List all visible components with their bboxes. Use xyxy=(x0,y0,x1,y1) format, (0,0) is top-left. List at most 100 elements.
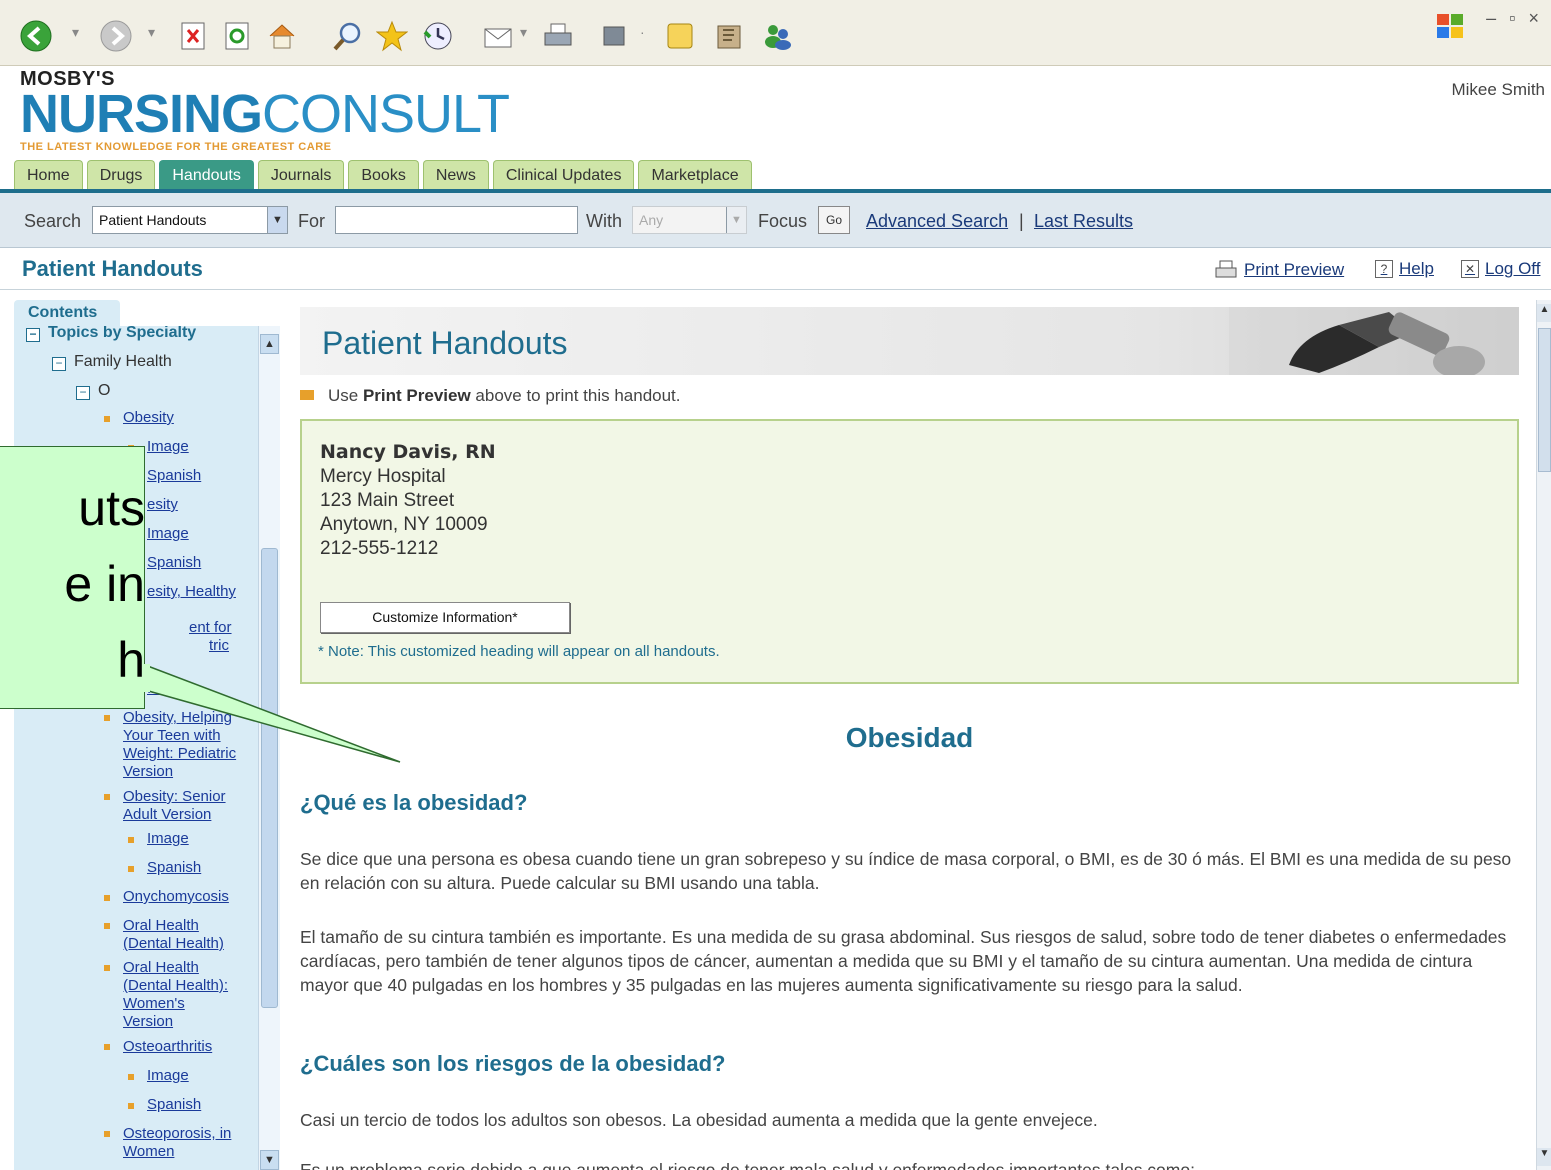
scroll-down-icon[interactable]: ▼ xyxy=(260,1150,279,1170)
family-health-label: Family Health xyxy=(74,353,172,370)
tree-link-image[interactable]: Image xyxy=(147,525,189,543)
mail-icon[interactable] xyxy=(480,18,516,54)
handouts-banner: Patient Handouts xyxy=(300,307,1519,375)
chevron-down-icon[interactable]: ▼ xyxy=(267,207,287,233)
scroll-down-icon[interactable]: ▼ xyxy=(1537,1148,1551,1166)
tree-link-obesity-healthy-partial[interactable]: esity, Healthy xyxy=(147,583,236,601)
tree-link-obesity-teen[interactable]: Obesity, Helping xyxy=(123,709,232,727)
tree-link-image[interactable]: Image xyxy=(147,830,189,848)
tab-marketplace[interactable]: Marketplace xyxy=(638,160,752,190)
tree-link-treatment-partial[interactable]: ent for xyxy=(189,619,232,637)
tree-node-letter-o[interactable]: − O xyxy=(76,382,110,400)
tree-node-topics[interactable]: − Topics by Specialty xyxy=(26,326,196,342)
section-heading: ¿Cuáles son los riesgos de la obesidad? xyxy=(300,1051,726,1076)
tree-node-family-health[interactable]: − Family Health xyxy=(52,353,172,371)
print-preview-link[interactable]: Print Preview xyxy=(1214,259,1344,281)
research-icon[interactable] xyxy=(712,18,748,54)
tab-handouts[interactable]: Handouts xyxy=(159,160,254,190)
tree-link-osteoporosis-line2[interactable]: Women xyxy=(123,1143,174,1161)
tree-link-spanish[interactable]: Spanish xyxy=(147,467,201,485)
go-button[interactable]: Go xyxy=(818,206,850,234)
last-results-link[interactable]: Last Results xyxy=(1034,211,1133,232)
forward-icon[interactable] xyxy=(98,18,134,54)
window-controls[interactable]: – ▫ × xyxy=(1486,8,1543,29)
sidebar-scrollbar[interactable]: ▲ ▼ xyxy=(258,326,280,1170)
browser-toolbar: ▾ ▾ ▾ · – ▫ × xyxy=(0,0,1551,66)
log-off-link[interactable]: ✕ Log Off xyxy=(1461,259,1540,279)
tree-link-spanish[interactable]: Spanish xyxy=(147,1096,201,1114)
search-scope-select[interactable]: Patient Handouts ▼ xyxy=(92,206,288,234)
tree-link-obesity-senior[interactable]: Obesity: Senior xyxy=(123,788,226,806)
tree-link-spanish[interactable]: Spanish xyxy=(147,554,201,572)
collapse-icon[interactable]: − xyxy=(76,386,90,400)
stop-icon[interactable] xyxy=(176,18,212,54)
document-title: Obesidad xyxy=(845,722,974,753)
collapse-icon[interactable]: − xyxy=(26,328,40,342)
with-select[interactable]: Any ▼ xyxy=(632,206,747,234)
provider-street: 123 Main Street xyxy=(320,490,455,511)
tree-link-image[interactable]: Image xyxy=(147,438,189,456)
advanced-search-link[interactable]: Advanced Search xyxy=(866,211,1008,232)
provider-info-box: Nancy Davis, RN Mercy Hospital 123 Main … xyxy=(300,419,1519,684)
tab-clinical-updates[interactable]: Clinical Updates xyxy=(492,160,635,190)
chevron-down-icon[interactable]: ▼ xyxy=(726,207,746,233)
messenger-icon[interactable] xyxy=(760,18,796,54)
print-note-before: Use xyxy=(328,386,363,405)
heading-divider xyxy=(0,289,1551,290)
print-note-bold: Print Preview xyxy=(362,386,471,405)
tree-link-obesity-partial[interactable]: esity xyxy=(147,496,178,514)
tab-drugs[interactable]: Drugs xyxy=(86,160,156,190)
tree-link-obesity-teen-line3[interactable]: Weight: Pediatric xyxy=(123,745,236,763)
tree-link-image[interactable]: Image xyxy=(147,680,189,698)
edit-icon[interactable] xyxy=(596,18,632,54)
forward-dropdown-icon[interactable]: ▾ xyxy=(148,24,155,41)
tree-link-oral-health-line2[interactable]: (Dental Health) xyxy=(123,935,224,953)
main-scrollbar[interactable]: ▲ ▼ xyxy=(1536,300,1551,1170)
contents-tab[interactable]: Contents xyxy=(14,300,120,326)
home-icon[interactable] xyxy=(264,18,300,54)
with-label: With xyxy=(586,211,622,231)
tree-link-pediatric-partial[interactable]: tric xyxy=(209,637,229,655)
search-icon[interactable] xyxy=(330,18,366,54)
tree-link-oral-health[interactable]: Oral Health xyxy=(123,917,199,935)
bullet-icon xyxy=(104,895,110,901)
paragraph: Se dice que una persona es obesa cuando … xyxy=(300,849,1512,893)
search-input[interactable] xyxy=(335,206,578,234)
tree-link-oral-health-women-line4[interactable]: Version xyxy=(123,1013,173,1031)
back-dropdown-icon[interactable]: ▾ xyxy=(72,24,79,41)
tab-home[interactable]: Home xyxy=(14,160,83,190)
refresh-icon[interactable] xyxy=(220,18,256,54)
callout-line-2: e in xyxy=(64,556,145,612)
tree-link-obesity-teen-line4[interactable]: Version xyxy=(123,763,173,781)
tree-link-osteoporosis[interactable]: Osteoporosis, in xyxy=(123,1125,231,1143)
tab-books[interactable]: Books xyxy=(348,160,419,190)
favorites-icon[interactable] xyxy=(374,18,410,54)
tree-link-oral-health-women-line3[interactable]: Women's xyxy=(123,995,185,1013)
mail-dropdown-icon[interactable]: ▾ xyxy=(520,24,527,41)
tree-link-image[interactable]: Image xyxy=(147,1067,189,1085)
bullet-icon xyxy=(104,416,110,422)
tree-link-obesity[interactable]: Obesity xyxy=(123,409,174,427)
tree-link-obesity-senior-line2[interactable]: Adult Version xyxy=(123,806,211,824)
print-icon[interactable] xyxy=(540,18,576,54)
tree-link-oral-health-women-line2[interactable]: (Dental Health): xyxy=(123,977,228,995)
tree-link-spanish[interactable]: Spanish xyxy=(147,859,201,877)
user-name: Mikee Smith xyxy=(1451,80,1545,99)
tab-journals[interactable]: Journals xyxy=(257,160,345,190)
collapse-icon[interactable]: − xyxy=(52,357,66,371)
tree-link-osteoarthritis[interactable]: Osteoarthritis xyxy=(123,1038,212,1056)
tree-link-onychomycosis[interactable]: Onychomycosis xyxy=(123,888,229,906)
discuss-icon[interactable] xyxy=(662,18,698,54)
scrollbar-thumb[interactable] xyxy=(1538,328,1551,472)
scroll-up-icon[interactable]: ▲ xyxy=(1537,304,1551,322)
tree-link-obesity-teen-line2[interactable]: Your Teen with xyxy=(123,727,221,745)
back-icon[interactable] xyxy=(18,18,54,54)
customize-information-button[interactable]: Customize Information* xyxy=(320,602,570,633)
scrollbar-thumb[interactable] xyxy=(261,548,278,1008)
tab-news[interactable]: News xyxy=(422,160,489,190)
history-icon[interactable] xyxy=(420,18,456,54)
scroll-up-icon[interactable]: ▲ xyxy=(260,334,279,354)
tree-link-oral-health-women[interactable]: Oral Health xyxy=(123,959,199,977)
edit-dropdown-icon[interactable]: · xyxy=(640,24,645,40)
help-link[interactable]: ? Help xyxy=(1375,259,1434,279)
